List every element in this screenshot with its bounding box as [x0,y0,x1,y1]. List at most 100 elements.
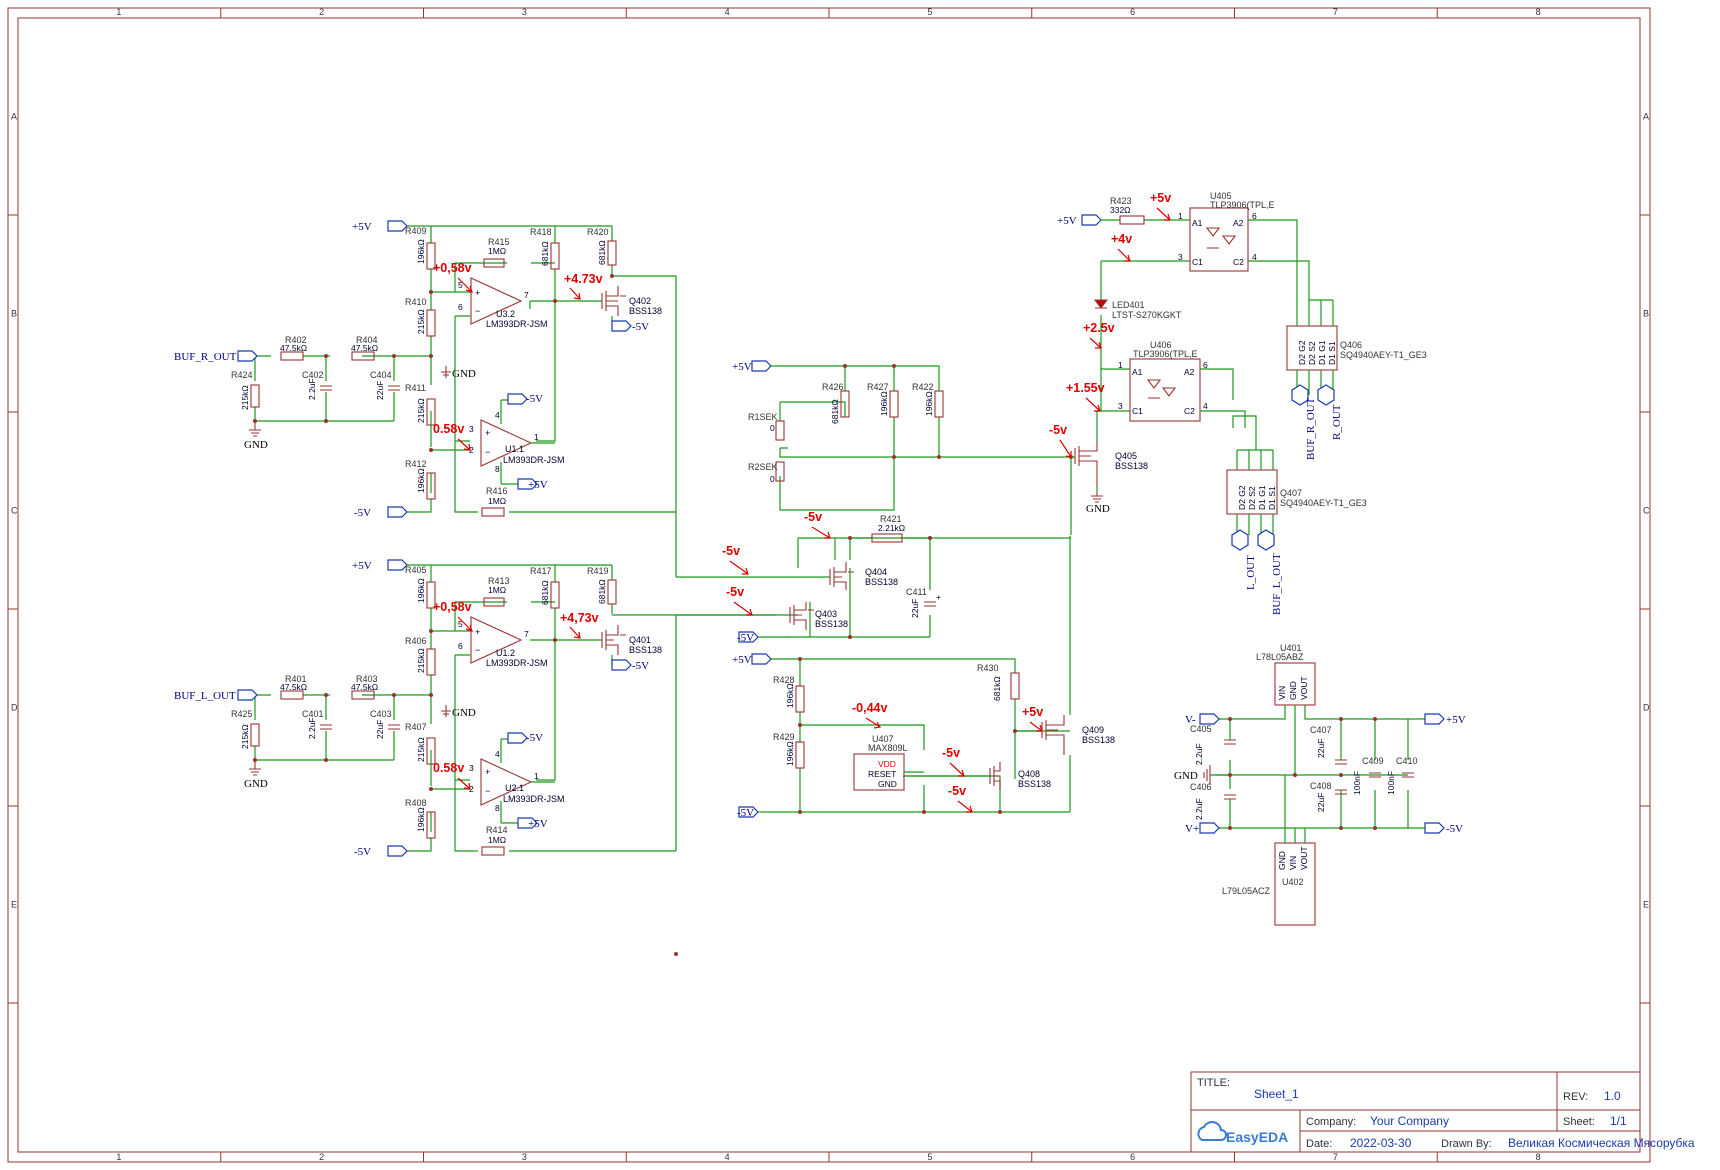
svg-text:6: 6 [458,641,463,651]
svg-text:2.2uF: 2.2uF [1194,798,1204,820]
svg-text:D1 G1: D1 G1 [1257,485,1267,510]
svg-text:R422: R422 [912,382,934,392]
svg-text:BSS138: BSS138 [1115,461,1148,471]
svg-text:+5v: +5v [1022,705,1043,719]
svg-text:R406: R406 [405,636,427,646]
svg-text:681kΩ: 681kΩ [992,676,1002,701]
svg-text:RESET: RESET [868,769,896,779]
svg-text:GND: GND [1174,770,1198,782]
svg-text:8: 8 [495,803,500,813]
svg-text:7: 7 [524,629,529,639]
svg-text:R2SEK: R2SEK [748,462,778,472]
svg-text:196kΩ: 196kΩ [416,807,426,832]
svg-text:4: 4 [1252,252,1257,262]
svg-text:R408: R408 [405,798,427,808]
svg-text:BSS138: BSS138 [865,577,898,587]
svg-text:U1.1: U1.1 [505,444,524,454]
svg-text:-5V: -5V [526,732,543,744]
svg-text:V+: V+ [1185,823,1199,835]
svg-text:R419: R419 [587,566,609,576]
svg-text:1: 1 [534,771,539,781]
svg-text:+1.55v: +1.55v [1066,381,1105,395]
svg-text:3: 3 [469,424,474,434]
svg-text:MAX809L: MAX809L [868,743,908,753]
date-value: 2022-03-30 [1350,1136,1412,1150]
svg-text:+4,73v: +4,73v [560,611,599,625]
svg-text:GND: GND [452,368,476,380]
svg-text:+4v: +4v [1111,232,1132,246]
svg-text:3: 3 [469,763,474,773]
svg-text:SQ4940AEY-T1_GE3: SQ4940AEY-T1_GE3 [1280,498,1367,508]
port-m5v-1 [387,506,408,518]
svg-text:A1: A1 [1192,218,1203,228]
svg-text:C408: C408 [1310,781,1332,791]
svg-text:TLP3906(TPL,E: TLP3906(TPL,E [1210,200,1275,210]
svg-text:A2: A2 [1233,218,1244,228]
svg-text:LED401: LED401 [1112,300,1145,310]
svg-text:A2: A2 [1184,367,1195,377]
svg-text:VIN: VIN [1277,686,1287,700]
svg-text:+2.5v: +2.5v [1083,321,1115,335]
svg-text:1: 1 [534,432,539,442]
svg-text:+5V: +5V [1446,714,1466,726]
svg-text:+5v: +5v [1150,191,1171,205]
svg-text:2.2uF: 2.2uF [1194,743,1204,765]
svg-text:22uF: 22uF [910,599,920,618]
net-label: -5V [354,507,371,519]
svg-text:VIN: VIN [1288,856,1298,870]
svg-text:-5V: -5V [354,846,371,858]
svg-text:C1: C1 [1132,406,1143,416]
grid-row-label: C [1643,506,1650,516]
svg-text:D1 S1: D1 S1 [1267,486,1277,510]
svg-text:-5v: -5v [948,784,966,798]
svg-text:196kΩ: 196kΩ [924,391,934,416]
svg-text:47.5kΩ: 47.5kΩ [280,343,307,353]
svg-text:Q404: Q404 [865,567,887,577]
grid-row-label: A [1643,112,1649,122]
svg-text:+: + [485,428,490,438]
svg-text:Q405: Q405 [1115,451,1137,461]
grid-col-label: 7 [1333,7,1338,17]
grid-col-label: 1 [116,7,121,17]
drawn-by-label: Drawn By: [1441,1138,1492,1150]
svg-text:R429: R429 [773,732,795,742]
svg-text:1MΩ: 1MΩ [488,835,506,845]
svg-text:U3.2: U3.2 [496,309,515,319]
svg-text:6: 6 [1203,360,1208,370]
title-value: Sheet_1 [1254,1087,1299,1101]
svg-text:TLP3906(TPL,E: TLP3906(TPL,E [1133,349,1198,359]
svg-text:C2: C2 [1233,257,1244,267]
svg-text:215kΩ: 215kΩ [240,724,250,749]
svg-text:+5V: +5V [732,361,752,373]
svg-text:0.58v: 0.58v [433,761,464,775]
company-value: Your Company [1370,1114,1449,1128]
grid-col-label: 6 [1130,1152,1135,1162]
svg-text:+: + [485,767,490,777]
svg-text:1: 1 [1178,211,1183,221]
svg-text:LM393DR-JSM: LM393DR-JSM [503,455,565,465]
svg-text:U1.2: U1.2 [496,648,515,658]
svg-text:R1SEK: R1SEK [748,412,778,422]
date-label: Date: [1306,1138,1332,1150]
svg-text:215kΩ: 215kΩ [416,648,426,673]
svg-text:681kΩ: 681kΩ [540,580,550,605]
svg-text:4: 4 [1203,401,1208,411]
sheet-frame: 1 1 2 2 3 3 4 4 5 5 6 6 7 7 8 8 A A B B C C D D E E [7,7,1651,1163]
net-label: +5V [352,221,372,233]
svg-text:Q402: Q402 [629,296,651,306]
svg-text:8: 8 [495,464,500,474]
svg-text:−: − [485,447,490,457]
svg-text:-5V: -5V [737,632,754,644]
svg-text:Q407: Q407 [1280,488,1302,498]
svg-text:R411: R411 [405,383,426,393]
svg-text:+0,58v: +0,58v [433,261,472,275]
svg-text:196kΩ: 196kΩ [785,683,795,708]
mosfet-q404: Q404BSS138 [829,562,898,590]
svg-text:R418: R418 [530,227,552,237]
svg-text:6: 6 [458,302,463,312]
svg-text:D1 S1: D1 S1 [1327,341,1337,365]
grid-col-label: 5 [927,7,932,17]
grid-row-label: D [1643,703,1650,713]
svg-text:R409: R409 [405,226,427,236]
grid-col-label: 3 [522,1152,527,1162]
